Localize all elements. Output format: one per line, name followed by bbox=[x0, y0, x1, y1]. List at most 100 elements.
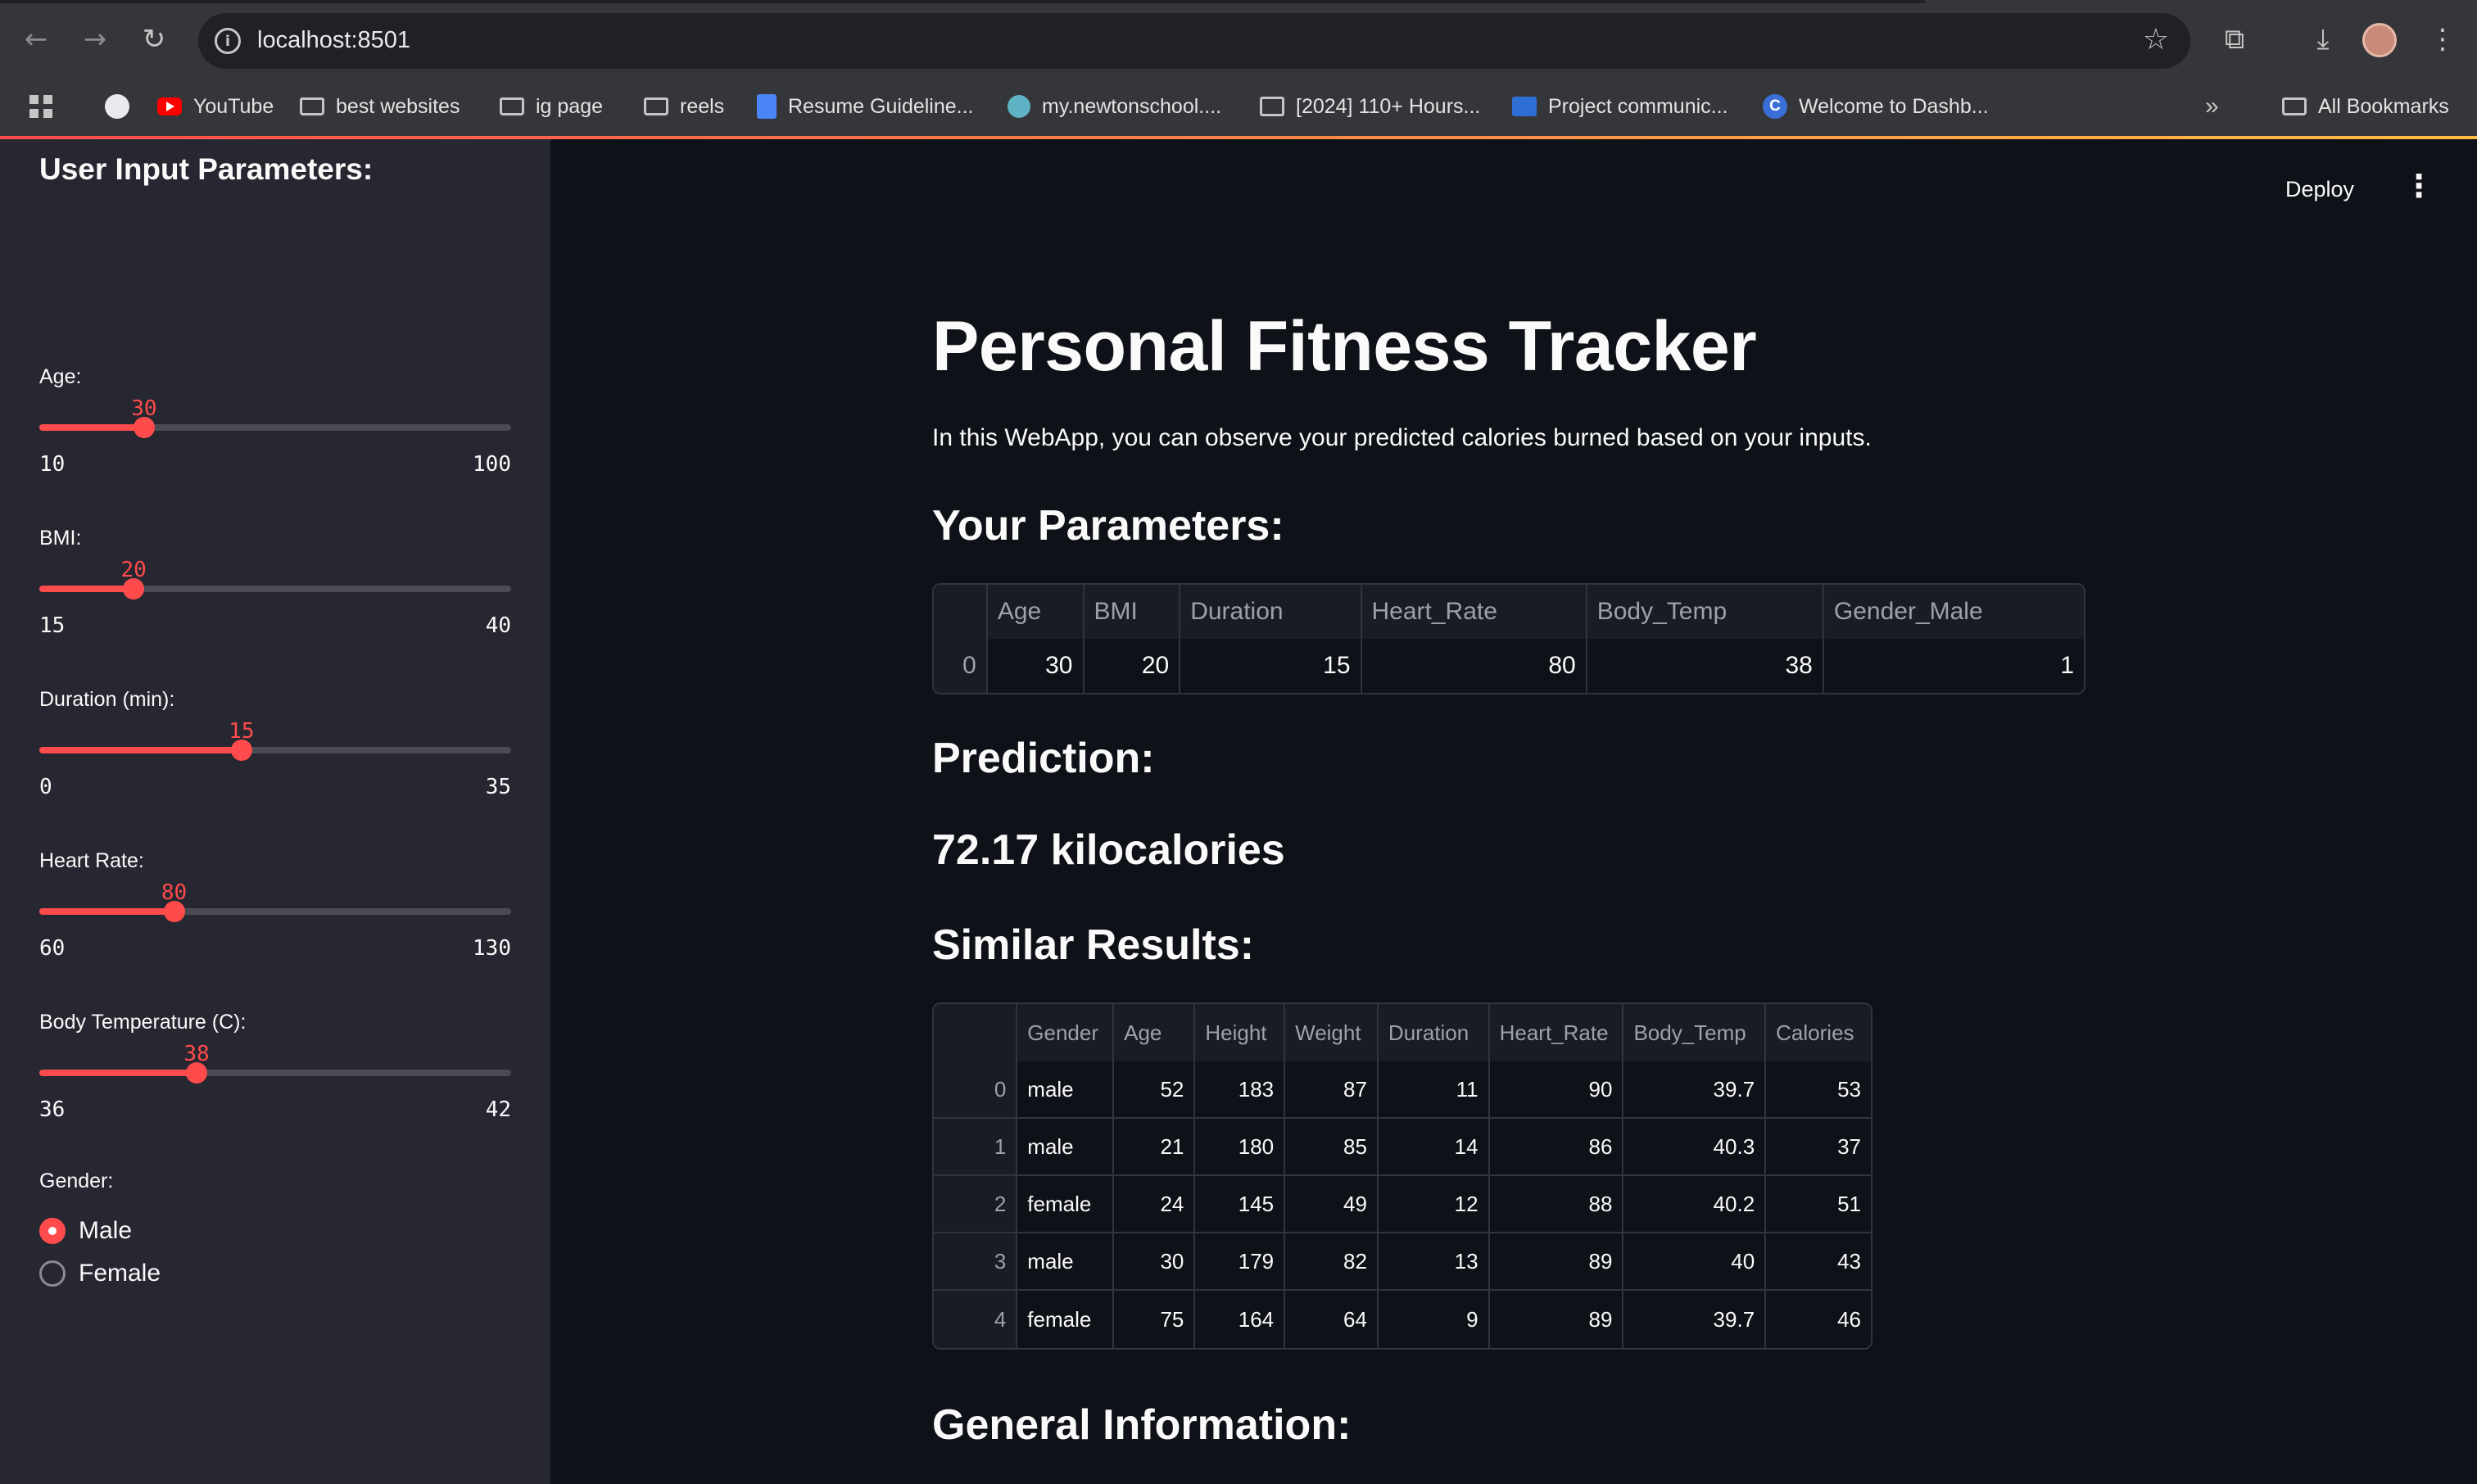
table-cell[interactable]: 11 bbox=[1378, 1061, 1490, 1119]
table-cell[interactable]: 75 bbox=[1114, 1291, 1196, 1348]
slider-track[interactable] bbox=[39, 417, 511, 438]
slider-thumb[interactable] bbox=[230, 740, 252, 761]
table-cell[interactable]: 46 bbox=[1766, 1291, 1871, 1348]
table-cell[interactable]: 89 bbox=[1489, 1233, 1624, 1291]
table-cell[interactable]: 40.3 bbox=[1623, 1119, 1767, 1176]
table-cell[interactable]: 145 bbox=[1195, 1176, 1286, 1233]
column-header[interactable]: Age bbox=[987, 585, 1085, 639]
table-cell[interactable]: 51 bbox=[1766, 1176, 1871, 1233]
bookmark-project[interactable]: Project communic... bbox=[1512, 90, 1728, 123]
column-header[interactable]: Duration bbox=[1378, 1004, 1490, 1061]
table-cell[interactable]: 49 bbox=[1285, 1176, 1379, 1233]
table-cell[interactable]: 38 bbox=[1587, 639, 1824, 693]
deploy-button[interactable]: Deploy bbox=[2285, 177, 2354, 202]
table-cell[interactable]: 180 bbox=[1195, 1119, 1286, 1176]
column-header[interactable] bbox=[934, 585, 988, 639]
column-header[interactable]: Age bbox=[1114, 1004, 1196, 1061]
table-cell[interactable]: 30 bbox=[988, 639, 1085, 693]
table-cell[interactable]: 21 bbox=[1114, 1119, 1196, 1176]
table-cell[interactable]: 82 bbox=[1285, 1233, 1379, 1291]
table-cell[interactable]: 164 bbox=[1195, 1291, 1286, 1348]
table-cell[interactable]: 39.7 bbox=[1623, 1291, 1767, 1348]
column-header[interactable]: Duration bbox=[1180, 585, 1362, 639]
main-menu-icon[interactable]: ⋮ bbox=[2403, 170, 2434, 201]
bookmark-newton[interactable]: my.newtonschool.... bbox=[1008, 90, 1221, 123]
apps-icon[interactable] bbox=[29, 90, 64, 123]
slider-thumb[interactable] bbox=[163, 901, 185, 922]
table-cell[interactable]: 85 bbox=[1285, 1119, 1379, 1176]
table-cell[interactable]: male bbox=[1017, 1061, 1115, 1119]
download-icon[interactable]: ⤓ bbox=[2303, 20, 2343, 59]
column-header[interactable]: Height bbox=[1195, 1004, 1286, 1061]
bookmarks-overflow-icon[interactable]: » bbox=[2205, 90, 2219, 123]
params-table[interactable]: Age BMI Duration Heart_Rate Body_Temp Ge… bbox=[932, 583, 2085, 694]
table-cell[interactable]: 87 bbox=[1285, 1061, 1379, 1119]
table-cell[interactable]: 37 bbox=[1766, 1119, 1871, 1176]
table-cell[interactable]: 20 bbox=[1085, 639, 1181, 693]
table-cell[interactable]: 13 bbox=[1378, 1233, 1490, 1291]
slider-track[interactable] bbox=[39, 740, 511, 761]
bookmark-ig-page[interactable]: ig page bbox=[500, 90, 603, 123]
table-cell[interactable]: 1 bbox=[1824, 639, 2084, 693]
site-info-icon[interactable]: i bbox=[215, 28, 241, 54]
table-cell[interactable]: 80 bbox=[1362, 639, 1587, 693]
table-cell[interactable]: 86 bbox=[1489, 1119, 1624, 1176]
table-cell[interactable]: 12 bbox=[1378, 1176, 1490, 1233]
radio-button[interactable] bbox=[39, 1260, 66, 1287]
table-cell[interactable]: female bbox=[1017, 1176, 1115, 1233]
back-icon[interactable]: ← bbox=[18, 21, 54, 57]
table-cell[interactable]: 64 bbox=[1285, 1291, 1379, 1348]
column-header[interactable]: Gender bbox=[1017, 1004, 1115, 1061]
table-cell[interactable]: 90 bbox=[1489, 1061, 1624, 1119]
slider-thumb[interactable] bbox=[185, 1062, 207, 1084]
table-cell[interactable]: 53 bbox=[1766, 1061, 1871, 1119]
bookmark-resume[interactable]: Resume Guideline... bbox=[757, 90, 974, 123]
extensions-icon[interactable]: ⧉ bbox=[2215, 20, 2254, 59]
forward-icon[interactable]: → bbox=[77, 21, 113, 57]
similar-results-table[interactable]: Gender Age Height Weight Duration Heart_… bbox=[932, 1002, 1872, 1350]
reload-icon[interactable]: ↻ bbox=[136, 21, 172, 57]
table-cell[interactable]: 52 bbox=[1114, 1061, 1196, 1119]
column-header[interactable]: Calories bbox=[1766, 1004, 1871, 1061]
slider-track[interactable] bbox=[39, 901, 511, 922]
radio-button-checked[interactable] bbox=[39, 1218, 66, 1244]
slider-thumb[interactable] bbox=[123, 578, 145, 599]
github-icon[interactable] bbox=[105, 90, 141, 123]
table-cell[interactable]: 39.7 bbox=[1623, 1061, 1767, 1119]
column-header[interactable] bbox=[934, 1004, 1018, 1061]
table-cell[interactable]: 9 bbox=[1379, 1291, 1490, 1348]
column-header[interactable]: BMI bbox=[1084, 585, 1181, 639]
radio-female[interactable]: Female bbox=[39, 1260, 161, 1287]
bookmark-hours[interactable]: [2024] 110+ Hours... bbox=[1260, 90, 1480, 123]
column-header[interactable]: Body_Temp bbox=[1587, 585, 1824, 639]
address-bar[interactable]: i localhost:8501 ☆ bbox=[198, 13, 2190, 69]
column-header[interactable]: Body_Temp bbox=[1623, 1004, 1767, 1061]
column-header[interactable]: Gender_Male bbox=[1823, 585, 2084, 639]
column-header[interactable]: Weight bbox=[1285, 1004, 1379, 1061]
table-cell[interactable]: 43 bbox=[1766, 1233, 1871, 1291]
browser-menu-icon[interactable]: ⋮ bbox=[2423, 20, 2462, 59]
slider-thumb[interactable] bbox=[133, 417, 155, 438]
table-cell[interactable]: male bbox=[1017, 1233, 1115, 1291]
profile-avatar[interactable] bbox=[2362, 23, 2397, 57]
table-cell[interactable]: 88 bbox=[1489, 1176, 1624, 1233]
column-header[interactable]: Heart_Rate bbox=[1361, 585, 1587, 639]
slider-track[interactable] bbox=[39, 578, 511, 599]
table-cell[interactable]: 89 bbox=[1490, 1291, 1624, 1348]
table-cell[interactable]: 40 bbox=[1623, 1233, 1767, 1291]
table-cell[interactable]: 14 bbox=[1378, 1119, 1490, 1176]
column-header[interactable]: Heart_Rate bbox=[1489, 1004, 1624, 1061]
bookmark-star-icon[interactable]: ☆ bbox=[2143, 23, 2169, 57]
bookmark-youtube[interactable]: YouTube bbox=[157, 90, 274, 123]
radio-male[interactable]: Male bbox=[39, 1217, 132, 1245]
url-text[interactable]: localhost:8501 bbox=[257, 27, 410, 54]
table-cell[interactable]: 15 bbox=[1180, 639, 1362, 693]
table-cell[interactable]: 30 bbox=[1114, 1233, 1196, 1291]
slider-track[interactable] bbox=[39, 1062, 511, 1084]
table-cell[interactable]: 179 bbox=[1195, 1233, 1286, 1291]
all-bookmarks[interactable]: All Bookmarks bbox=[2282, 90, 2449, 123]
bookmark-reels[interactable]: reels bbox=[644, 90, 724, 123]
bookmark-best-websites[interactable]: best websites bbox=[300, 90, 460, 123]
table-cell[interactable]: 24 bbox=[1114, 1176, 1196, 1233]
table-cell[interactable]: male bbox=[1017, 1119, 1115, 1176]
